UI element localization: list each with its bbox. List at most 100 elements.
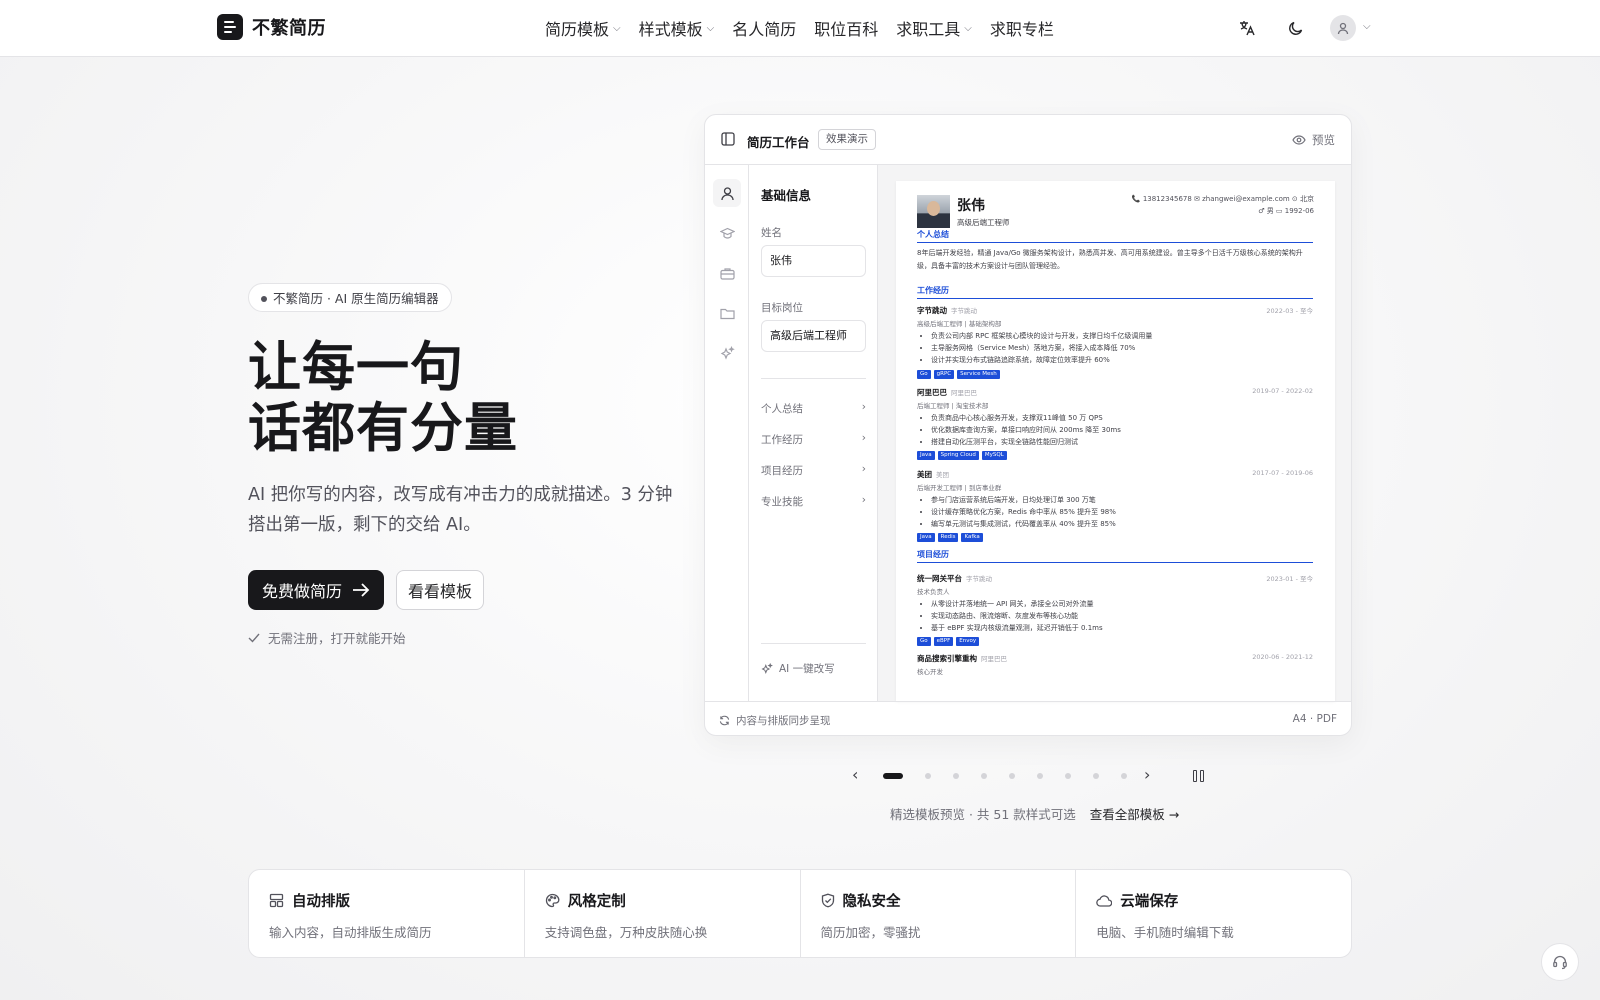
sparkles-icon (761, 662, 773, 674)
headset-icon (1553, 955, 1567, 970)
layout-icon (269, 893, 284, 908)
carousel-dot[interactable] (925, 773, 931, 779)
name-field[interactable]: 张伟 (761, 245, 866, 277)
edit-form-panel: 基础信息 姓名 张伟 目标岗位 高级后端工程师 个人总结 › 工作经历 › 项目经历… (749, 165, 878, 701)
graduation-cap-icon[interactable] (713, 219, 741, 247)
nav-job-tools[interactable]: 求职工具 ⌵ (896, 16, 972, 40)
carousel-caption: 精选模板预览 · 共 51 款样式可选 查看全部模板 → (890, 804, 1179, 823)
start-resume-button[interactable]: 免费做简历 (248, 570, 384, 610)
job-tags: Java Spring Cloud MySQL (917, 451, 1007, 460)
view-templates-button[interactable]: 看看模板 (396, 570, 484, 610)
top-navbar: 不繁简历 简历模板 ⌵ 样式模板 ⌵ 名人简历 职位百科 求职工具 ⌵ 求职专栏 ⌵ (0, 0, 1600, 57)
template-carousel-controls: ‹ › (850, 765, 1210, 784)
section-skills[interactable]: 专业技能 › (761, 494, 866, 509)
chevron-down-icon[interactable]: ⌵ (1363, 21, 1371, 32)
nav-job-wiki[interactable]: 职位百科 (814, 16, 878, 40)
target-position-field[interactable]: 高级后端工程师 (761, 320, 866, 352)
shield-icon (821, 893, 834, 908)
name-label: 姓名 (761, 227, 782, 239)
sync-note: 内容与排版同步呈现 (736, 715, 831, 727)
job-company: 字节跳动 字节跳动 2022-03 - 至今 (917, 306, 1313, 315)
carousel-dot[interactable] (1037, 773, 1043, 779)
format-label: A4 · PDF (1292, 713, 1337, 725)
feature-style-custom: 风格定制 支持调色盘，万种皮肤随心换 (525, 870, 801, 957)
feature-strip: 自动排版 输入内容，自动排版生成简历 风格定制 支持调色盘，万种皮肤随心换 隐私… (248, 869, 1352, 958)
preview-button[interactable]: 预览 (1292, 132, 1335, 148)
resume-photo (917, 195, 950, 228)
divider (761, 643, 866, 644)
job-bullets: 负责公司内部 RPC 框架核心模块的设计与开发，支撑日均千亿级调用量主导服务网格… (927, 330, 1307, 366)
project-tags: Go eBPF Envoy (917, 637, 980, 646)
briefcase-icon[interactable] (713, 259, 741, 287)
demo-tag: 效果演示 (818, 129, 876, 150)
resume-summary: 8年后端开发经验，精通 Java/Go 微服务架构设计，熟悉高并发、高可用系统建… (917, 249, 1303, 270)
resume-name: 张伟 (957, 198, 985, 214)
chevron-right-icon: › (861, 432, 866, 444)
resume-contact: 📞 13812345678 ✉ zhangwei@example.com ⊙ 北… (1131, 195, 1314, 215)
sparkles-icon[interactable] (713, 339, 741, 367)
cloud-icon (1096, 894, 1113, 907)
view-all-templates-link[interactable]: 查看全部模板 → (1090, 804, 1179, 823)
project-role: 技术负责人 (917, 588, 950, 596)
chevron-right-icon: › (861, 401, 866, 413)
nav-resume-templates[interactable]: 简历模板 ⌵ (545, 16, 621, 40)
translate-icon[interactable] (1236, 17, 1258, 39)
check-icon (248, 633, 260, 643)
arrow-right-icon (353, 583, 370, 597)
form-section-title: 基础信息 (761, 188, 812, 203)
sidebar-toggle-icon[interactable] (721, 132, 735, 146)
user-icon[interactable] (713, 179, 741, 207)
project-name: 商品搜索引擎重构 阿里巴巴 2020-06 - 2021-12 (917, 653, 1313, 663)
folder-icon[interactable] (713, 299, 741, 327)
resume-workspace-demo: 简历工作台 效果演示 预览 基础信息 姓名 张伟 目标岗位 高级后端工程师 个人… (704, 114, 1352, 736)
ai-rewrite-button[interactable]: AI 一键改写 (761, 661, 835, 676)
carousel-dot[interactable] (883, 773, 903, 779)
chevron-down-icon: ⌵ (706, 22, 715, 34)
section-rail (705, 165, 749, 701)
chevron-down-icon: ⌵ (613, 22, 621, 34)
dark-mode-icon[interactable] (1285, 17, 1307, 39)
job-position: 后端开发工程师 | 到店事业群 (917, 484, 1002, 492)
feature-cloud-save: 云端保存 电脑、手机随时编辑下载 (1096, 894, 1234, 940)
feature-privacy: 隐私安全 简历加密，零骚扰 (801, 870, 1077, 957)
resume-paper: 张伟 高级后端工程师 📞 13812345678 ✉ zhangwei@exam… (896, 181, 1335, 701)
workspace-toolbar: 简历工作台 效果演示 预览 (705, 115, 1351, 165)
job-company: 阿里巴巴 阿里巴巴 2019-07 - 2022-02 (917, 387, 1313, 397)
job-position: 后端工程师 | 淘宝技术部 (917, 402, 989, 410)
brand-logo[interactable]: 不繁简历 (217, 14, 326, 40)
job-position: 高级后端工程师 | 基础架构部 (917, 320, 1002, 328)
project-name: 统一网关平台 字节跳动 2023-01 - 至今 (917, 574, 1313, 583)
carousel-dot[interactable] (953, 773, 959, 779)
customer-support-button[interactable] (1541, 943, 1579, 981)
section-work[interactable]: 工作经历 › (761, 432, 866, 447)
chevron-left-icon[interactable]: ‹ (852, 765, 858, 784)
pause-icon[interactable] (1193, 770, 1204, 782)
project-bullets: 从零设计并落地统一 API 网关，承接全公司对外流量实现动态路由、限流熔断、灰度… (927, 598, 1307, 634)
section-summary[interactable]: 个人总结 › (761, 401, 866, 416)
user-avatar[interactable] (1330, 15, 1356, 41)
no-signup-note: 无需注册，打开就能开始 (248, 628, 406, 647)
workspace-footer: 内容与排版同步呈现 A4 · PDF (705, 701, 1351, 735)
brand-name: 不繁简历 (252, 18, 326, 39)
feature-auto-layout: 自动排版 输入内容，自动排版生成简历 (249, 870, 525, 957)
hero-subtitle: AI 把你写的内容，改写成有冲击力的成就描述。3 分钟搭出第一版，剩下的交给 A… (248, 485, 673, 535)
carousel-dot[interactable] (1121, 773, 1127, 779)
chevron-right-icon: › (861, 494, 866, 506)
carousel-dot[interactable] (981, 773, 987, 779)
carousel-dot[interactable] (1009, 773, 1015, 779)
workspace-title: 简历工作台 (747, 135, 810, 150)
logo-icon (217, 14, 243, 40)
nav-celebrity-resumes[interactable]: 名人简历 (732, 16, 796, 40)
hero-title: 让每一句 话都有分量 (248, 337, 518, 459)
carousel-dot[interactable] (1065, 773, 1071, 779)
chevron-right-icon[interactable]: › (1144, 765, 1150, 784)
job-company: 美团 美团 2017-07 - 2019-06 (917, 469, 1313, 479)
eye-icon (1292, 135, 1306, 145)
nav-job-column[interactable]: 求职专栏 (990, 16, 1054, 40)
carousel-dot[interactable] (1093, 773, 1099, 779)
job-tags: Java Redis Kafka (917, 533, 983, 542)
section-projects[interactable]: 项目经历 › (761, 463, 866, 478)
divider (761, 378, 866, 379)
nav-style-templates[interactable]: 样式模板 ⌵ (639, 16, 715, 40)
palette-icon (545, 893, 560, 908)
